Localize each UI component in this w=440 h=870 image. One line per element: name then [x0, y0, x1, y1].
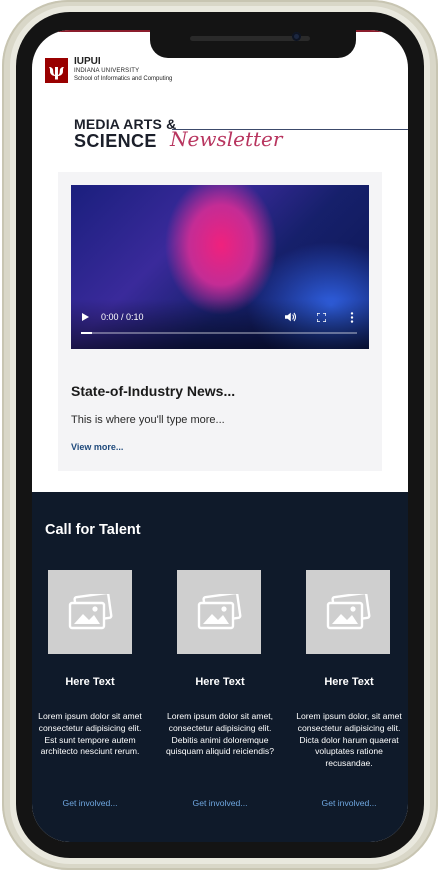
phone-notch	[150, 30, 356, 58]
university-short: IUPUI	[74, 56, 101, 67]
iu-logo-mark: ψ	[48, 60, 65, 81]
masthead-line1: MEDIA ARTS &	[74, 116, 177, 132]
image-placeholder	[48, 570, 132, 654]
talent-text: Lorem ipsum dolor sit amet consectetur a…	[38, 711, 142, 757]
feature-body: This is where you'll type more...	[71, 414, 225, 426]
masthead-script: Newsletter	[170, 127, 283, 151]
front-camera	[292, 32, 301, 41]
video-progress[interactable]	[81, 332, 357, 334]
newsletter-masthead: MEDIA ARTS & SCIENCE Newsletter	[74, 116, 408, 154]
talent-text: Lorem ipsum dolor, sit amet consectetur …	[296, 711, 402, 769]
video-controls-shade	[71, 299, 369, 349]
image-placeholder	[177, 570, 261, 654]
feature-card: 0:00 / 0:10 State-of-Industry News... Th…	[58, 172, 382, 471]
talent-item: Here Text Lorem ipsum dolor sit amet, co…	[165, 492, 275, 842]
play-icon[interactable]	[82, 313, 89, 321]
phone-screen: ψ IUPUI INDIANA UNIVERSITY School of Inf…	[32, 30, 408, 842]
view-more-link[interactable]: View more...	[71, 442, 123, 452]
image-placeholder-icon	[68, 594, 113, 630]
image-placeholder-icon	[326, 594, 371, 630]
get-involved-link[interactable]: Get involved...	[35, 798, 145, 808]
image-placeholder-icon	[197, 594, 242, 630]
video-time: 0:00 / 0:10	[101, 312, 144, 322]
get-involved-link[interactable]: Get involved...	[165, 798, 275, 808]
get-involved-link[interactable]: Get involved...	[294, 798, 404, 808]
talent-heading: Here Text	[195, 676, 245, 688]
video-player[interactable]: 0:00 / 0:10	[71, 185, 369, 349]
talent-item: Here Text Lorem ipsum dolor sit amet con…	[35, 492, 145, 842]
video-progress-fill	[81, 332, 93, 334]
school-name: School of Informatics and Computing	[74, 76, 173, 82]
call-for-talent-section: Call for Talent Here Text Lorem ipsum do…	[32, 492, 408, 842]
university-name: INDIANA UNIVERSITY	[74, 68, 140, 74]
more-vertical-icon[interactable]	[350, 312, 354, 323]
feature-title: State-of-Industry News...	[71, 383, 236, 399]
masthead-line2: SCIENCE	[74, 131, 157, 151]
volume-icon[interactable]	[285, 312, 297, 322]
talent-text: Lorem ipsum dolor sit amet, consectetur …	[166, 711, 274, 757]
image-placeholder	[306, 570, 390, 654]
talent-heading: Here Text	[65, 676, 115, 688]
fullscreen-icon[interactable]	[317, 313, 326, 322]
talent-item: Here Text Lorem ipsum dolor, sit amet co…	[294, 492, 404, 842]
iu-logo[interactable]: ψ	[45, 58, 68, 83]
talent-heading: Here Text	[324, 676, 374, 688]
